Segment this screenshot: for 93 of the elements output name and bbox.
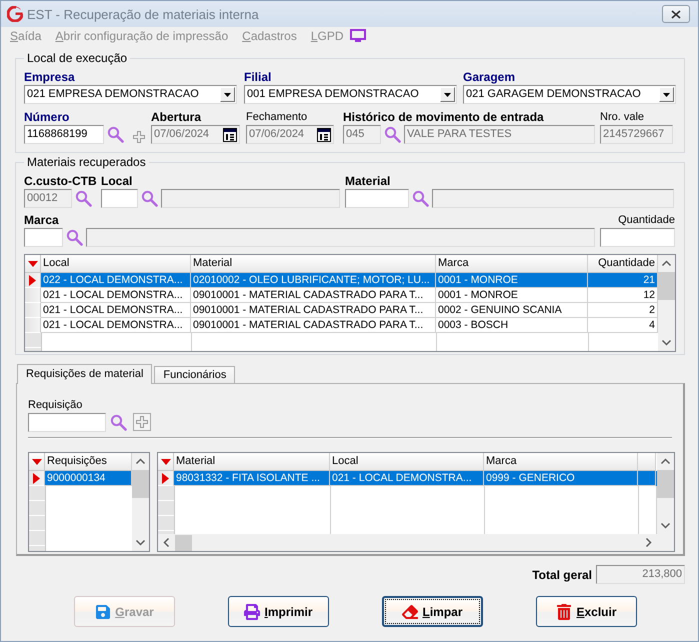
caret-icon xyxy=(444,92,451,96)
column-header[interactable]: Material xyxy=(174,453,330,471)
add-button[interactable] xyxy=(133,413,151,431)
monitor-icon[interactable] xyxy=(350,29,366,43)
search-icon[interactable] xyxy=(141,190,158,207)
printer-icon xyxy=(244,604,260,620)
trash-icon xyxy=(556,604,572,620)
row-header-strip xyxy=(25,333,42,351)
search-icon[interactable] xyxy=(412,190,429,207)
horizontal-scrollbar[interactable] xyxy=(158,534,657,551)
table-row[interactable]: 021 - LOCAL DEMONSTRA... 09010001 - MATERIAL CADASTRADO PARA T... 0003 - BOSCH 4 xyxy=(25,318,658,333)
scrollbar-thumb[interactable] xyxy=(657,470,674,498)
eraser-icon xyxy=(402,604,418,620)
column-header[interactable]: Local xyxy=(330,453,484,471)
search-icon[interactable] xyxy=(384,126,401,143)
sort-triangle-icon[interactable] xyxy=(28,260,38,266)
input-field[interactable] xyxy=(24,228,63,247)
group-title: Materiais recuperados xyxy=(24,155,149,169)
column-header[interactable]: Marca xyxy=(484,453,638,471)
dropdown-field[interactable]: 001 EMPRESA DEMONSTRACAO xyxy=(244,85,457,104)
caret-icon xyxy=(663,92,670,96)
dropdown-button[interactable] xyxy=(440,87,455,102)
scrollbar-thumb[interactable] xyxy=(175,534,192,550)
field-label: Quantidade xyxy=(618,213,675,227)
field-label: Número xyxy=(24,110,70,124)
total-label: Total geral xyxy=(532,568,592,582)
row-header-strip xyxy=(158,486,175,534)
column-header[interactable]: Requisições xyxy=(45,453,132,471)
row-pointer-icon xyxy=(162,472,169,484)
close-icon xyxy=(671,10,681,18)
row-header-strip xyxy=(29,486,46,551)
input-field[interactable] xyxy=(345,189,409,208)
plus-icon[interactable] xyxy=(136,416,148,428)
column-header[interactable]: Material xyxy=(191,255,436,273)
search-icon[interactable] xyxy=(107,126,124,143)
logo-icon xyxy=(7,6,23,22)
action-button[interactable]: Limpar xyxy=(382,596,483,627)
grid-corner[interactable] xyxy=(158,453,174,471)
field-label: Nro. vale xyxy=(600,110,644,124)
column-header[interactable]: Quantidade xyxy=(588,255,658,273)
input-field[interactable] xyxy=(28,413,106,432)
column-header[interactable]: Marca xyxy=(436,255,588,273)
scrollbar-thumb[interactable] xyxy=(658,272,675,300)
caret-icon xyxy=(224,92,231,96)
search-icon[interactable] xyxy=(110,414,127,431)
scrollbar-thumb[interactable] xyxy=(132,470,149,498)
field-label: Garagem xyxy=(463,70,516,84)
total-field: 213,800 xyxy=(596,565,685,584)
group-title: Local de execução xyxy=(24,51,130,65)
column-header[interactable]: Local xyxy=(41,255,191,273)
row-pointer-icon xyxy=(33,472,40,484)
dropdown-field[interactable]: 021 GARAGEM DEMONSTRACAO xyxy=(463,85,676,104)
input-field[interactable] xyxy=(600,228,675,247)
table-row[interactable]: 022 - LOCAL DEMONSTRA... 02010002 - OLEO LUBRIFICANTE; MOTOR; LU... 0001 - MONROE 21 xyxy=(25,273,658,288)
field-label: Filial xyxy=(244,70,272,84)
row-pointer-icon xyxy=(29,274,36,286)
dropdown-button[interactable] xyxy=(659,87,674,102)
table-row[interactable]: 021 - LOCAL DEMONSTRA... 09010001 - MATERIAL CADASTRADO PARA T... 0001 - MONROE 12 xyxy=(25,288,658,303)
action-button[interactable]: Excluir xyxy=(536,596,637,627)
field-label: Requisição xyxy=(28,398,82,412)
sort-triangle-icon[interactable] xyxy=(32,458,42,464)
dropdown-field[interactable]: 021 EMPRESA DEMONSTRACAO xyxy=(24,85,237,104)
input-field[interactable] xyxy=(101,189,138,208)
vertical-scrollbar[interactable] xyxy=(657,453,674,551)
grid-corner[interactable] xyxy=(25,255,41,273)
window-title: EST - Recuperação de materiais interna xyxy=(27,6,260,22)
search-icon[interactable] xyxy=(75,190,92,207)
action-button[interactable]: Imprimir xyxy=(228,596,329,627)
dropdown-button[interactable] xyxy=(220,87,235,102)
field-label: Fechamento xyxy=(246,110,308,124)
vertical-scrollbar[interactable] xyxy=(132,453,149,551)
row-header[interactable] xyxy=(29,471,45,486)
row-header[interactable] xyxy=(158,471,174,486)
field-label: Material xyxy=(345,174,390,188)
sort-triangle-icon[interactable] xyxy=(160,458,170,464)
field-label: C.custo-CTB xyxy=(24,174,97,188)
field-label: Abertura xyxy=(151,110,202,124)
input-field[interactable]: 1168868199 xyxy=(24,125,104,144)
tab[interactable]: Requisições de material xyxy=(17,364,152,384)
tab[interactable]: Funcionários xyxy=(154,366,236,383)
plus-icon[interactable] xyxy=(133,131,145,143)
table-row[interactable]: 9000000134 xyxy=(29,471,132,486)
table-row[interactable]: 98031332 - FITA ISOLANTE ... 021 - LOCAL DEMONSTRA... 0999 - GENERICO xyxy=(158,471,657,486)
table-row[interactable]: 021 - LOCAL DEMONSTRA... 09010001 - MATERIAL CADASTRADO PARA T... 0002 - GENUINO SCANIA 2 xyxy=(25,303,658,318)
row-header[interactable] xyxy=(25,273,41,288)
field-label: Histórico de movimento de entrada xyxy=(343,110,544,124)
field-label: Empresa xyxy=(24,70,75,84)
grid-corner[interactable] xyxy=(29,453,45,471)
field-label: Marca xyxy=(24,213,59,227)
close-button[interactable] xyxy=(662,5,690,23)
vertical-scrollbar[interactable] xyxy=(658,255,675,351)
search-icon[interactable] xyxy=(66,229,83,246)
field-label: Local xyxy=(101,174,132,188)
